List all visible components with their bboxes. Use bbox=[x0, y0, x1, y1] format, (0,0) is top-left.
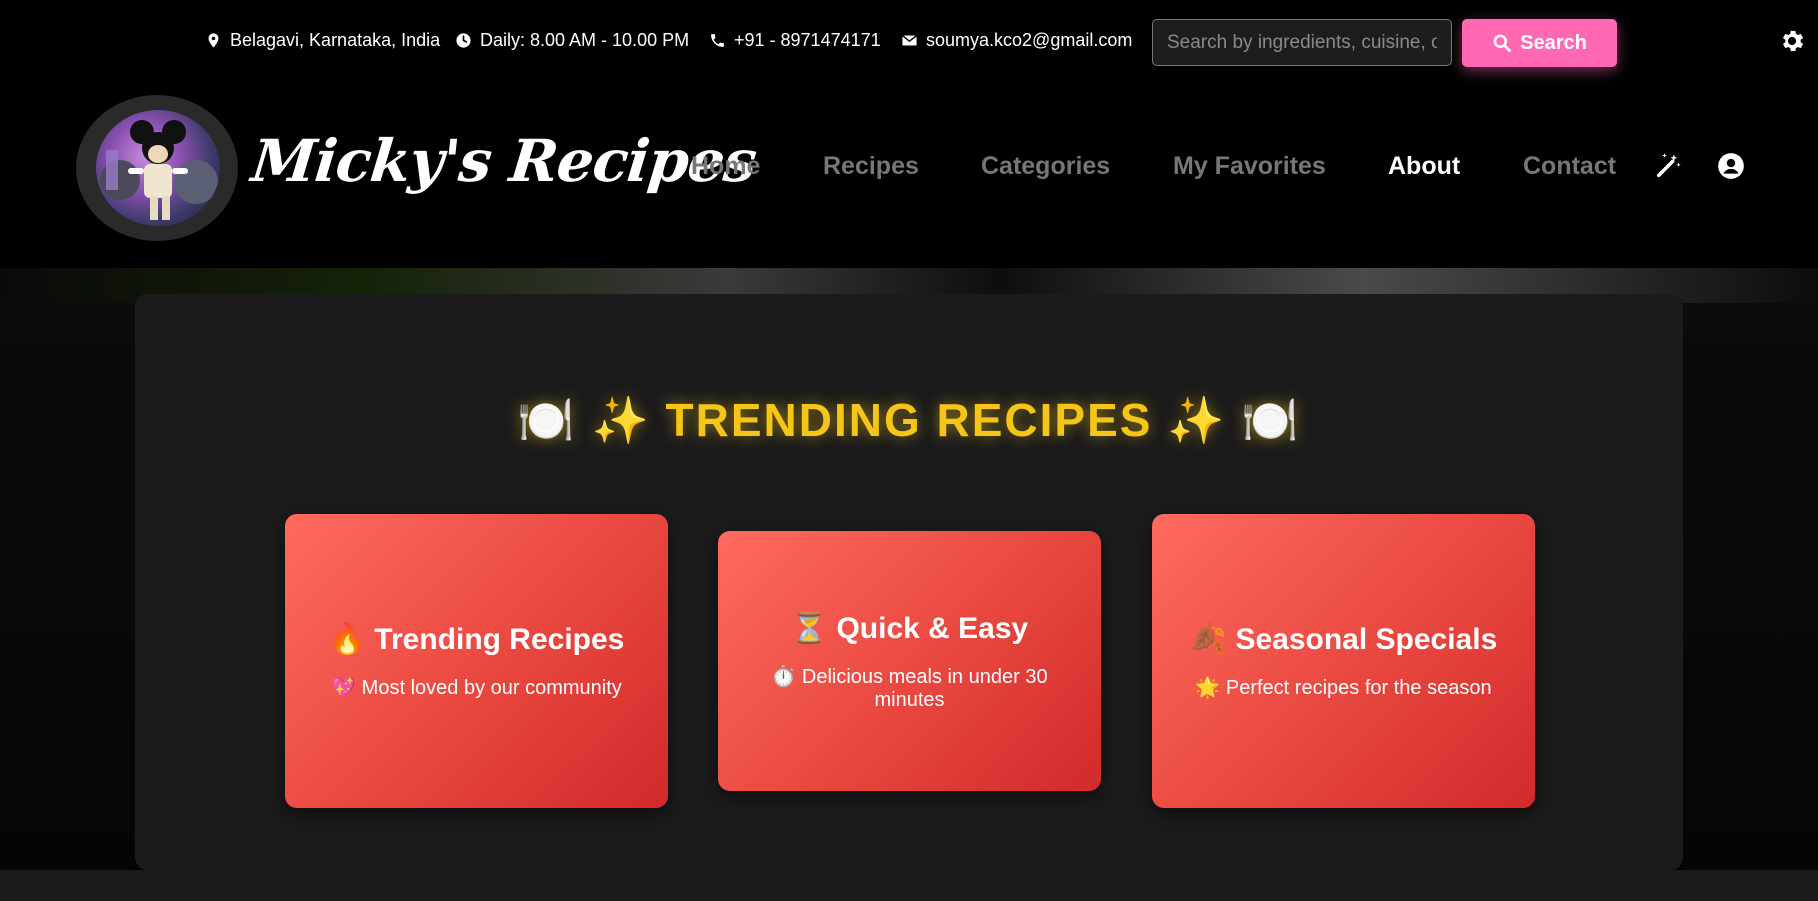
card-trending-recipes[interactable]: 🔥 Trending Recipes 💖 Most loved by our c… bbox=[285, 514, 668, 808]
map-pin-icon bbox=[208, 33, 219, 48]
location-info: Belagavi, Karnataka, India bbox=[205, 30, 440, 51]
card-description: 💖 Most loved by our community bbox=[331, 677, 622, 699]
envelope-icon bbox=[901, 34, 918, 46]
user-circle-icon[interactable] bbox=[1717, 152, 1745, 180]
search-button[interactable]: Search bbox=[1462, 19, 1617, 67]
search-button-label: Search bbox=[1520, 31, 1587, 54]
gear-icon[interactable] bbox=[1778, 27, 1806, 55]
nav-categories[interactable]: Categories bbox=[981, 152, 1110, 181]
card-title: 🍂 Seasonal Specials bbox=[1189, 623, 1498, 656]
card-title: ⏳ Quick & Easy bbox=[790, 611, 1029, 645]
background-left bbox=[0, 303, 135, 870]
magic-wand-icon[interactable] bbox=[1654, 152, 1682, 180]
nav-home[interactable]: Home bbox=[691, 152, 760, 181]
phone-info[interactable]: +91 - 8971474171 bbox=[709, 30, 881, 51]
nav-contact[interactable]: Contact bbox=[1523, 152, 1616, 181]
phone-icon bbox=[711, 34, 724, 47]
logo[interactable] bbox=[96, 110, 220, 226]
search-icon bbox=[1493, 34, 1511, 52]
card-title: 🔥 Trending Recipes bbox=[328, 623, 625, 656]
card-seasonal-specials[interactable]: 🍂 Seasonal Specials 🌟 Perfect recipes fo… bbox=[1152, 514, 1535, 808]
email-text: soumya.kco2@gmail.com bbox=[926, 30, 1133, 50]
mickey-mascot-image bbox=[100, 120, 218, 220]
nav-recipes[interactable]: Recipes bbox=[823, 152, 919, 181]
card-description: 🌟 Perfect recipes for the season bbox=[1195, 677, 1492, 699]
card-quick-easy[interactable]: ⏳ Quick & Easy ⏱️ Delicious meals in und… bbox=[718, 531, 1101, 791]
search-input[interactable] bbox=[1152, 19, 1452, 66]
location-text: Belagavi, Karnataka, India bbox=[230, 30, 441, 50]
phone-text: +91 - 8971474171 bbox=[734, 30, 881, 50]
email-info[interactable]: soumya.kco2@gmail.com bbox=[901, 30, 1132, 51]
clock-icon bbox=[456, 33, 471, 48]
brand-name[interactable]: Micky's Recipes bbox=[248, 127, 759, 195]
nav-about[interactable]: About bbox=[1388, 152, 1460, 181]
card-description: ⏱️ Delicious meals in under 30 minutes bbox=[771, 665, 1048, 711]
background-right bbox=[1683, 303, 1818, 870]
bottom-strip bbox=[0, 870, 1818, 901]
hours-info: Daily: 8.00 AM - 10.00 PM bbox=[455, 30, 689, 51]
hours-text: Daily: 8.00 AM - 10.00 PM bbox=[480, 30, 690, 50]
section-title: 🍽️ ✨ TRENDING RECIPES ✨ 🍽️ bbox=[517, 394, 1301, 446]
nav-my-favorites[interactable]: My Favorites bbox=[1173, 152, 1326, 181]
